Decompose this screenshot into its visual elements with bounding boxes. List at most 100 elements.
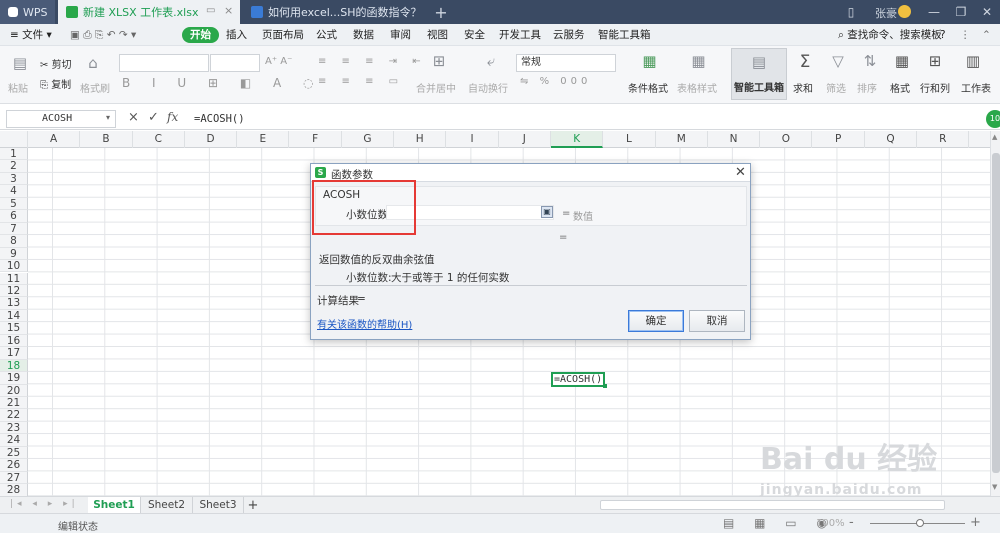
active-cell[interactable]: =ACOSH() xyxy=(551,372,605,387)
column-header[interactable]: L xyxy=(603,131,656,148)
name-box-dropdown-icon[interactable]: ▾ xyxy=(106,113,110,122)
menu-smart-toolbox[interactable]: 智能工具箱 xyxy=(598,27,651,43)
rowcol-label[interactable]: 行和列 xyxy=(920,80,950,95)
row-header[interactable]: 9 xyxy=(0,247,28,261)
insert-function-icon[interactable]: fx xyxy=(167,110,178,124)
tab-close-icon[interactable]: × xyxy=(224,4,233,17)
help-icon[interactable]: ? xyxy=(940,27,946,43)
column-header[interactable]: P xyxy=(813,131,865,148)
row-header[interactable]: 2 xyxy=(0,160,28,173)
vertical-scroll-thumb[interactable] xyxy=(992,153,1000,473)
collapse-dialog-icon[interactable]: ▣ xyxy=(541,206,553,218)
align-icons[interactable]: ≡ ≡ ≡ ⇥ ⇤ xyxy=(318,56,427,67)
column-header[interactable]: O xyxy=(760,131,813,148)
scroll-down-icon[interactable]: ▼ xyxy=(992,483,997,491)
row-header[interactable]: 24 xyxy=(0,434,28,447)
menu-cloud[interactable]: 云服务 xyxy=(553,27,585,43)
column-header[interactable]: I xyxy=(446,131,499,148)
row-header[interactable]: 22 xyxy=(0,409,28,422)
table-style-label[interactable]: 表格样式 xyxy=(677,80,717,95)
name-box[interactable]: ACOSH xyxy=(6,110,116,128)
row-header[interactable]: 16 xyxy=(0,334,28,348)
menu-review[interactable]: 审阅 xyxy=(390,27,411,43)
confirm-formula-icon[interactable]: ✓ xyxy=(148,110,159,125)
row-header[interactable]: 7 xyxy=(0,222,28,236)
column-header[interactable]: N xyxy=(708,131,761,148)
zoom-out-icon[interactable]: - xyxy=(849,515,854,530)
row-header[interactable]: 13 xyxy=(0,297,28,310)
fill-handle[interactable] xyxy=(603,384,607,388)
wrap-icon[interactable]: ⤶ xyxy=(476,52,506,70)
file-menu[interactable]: ≡ 文件 ▾ xyxy=(10,27,52,43)
wrap-label[interactable]: 自动换行 xyxy=(468,80,508,95)
row-header[interactable]: 21 xyxy=(0,397,28,410)
menu-formula[interactable]: 公式 xyxy=(316,27,337,43)
zoom-in-icon[interactable]: + xyxy=(970,515,981,530)
column-header[interactable]: G xyxy=(342,131,395,148)
minimize-icon[interactable]: — xyxy=(925,3,943,21)
worksheet-label[interactable]: 工作表 xyxy=(961,80,991,95)
column-header[interactable]: K xyxy=(551,131,604,148)
column-header[interactable]: C xyxy=(133,131,185,148)
ok-button[interactable]: 确定 xyxy=(628,310,684,332)
sort-label[interactable]: 排序 xyxy=(857,80,877,95)
sheet-tab-3[interactable]: Sheet3 xyxy=(192,497,244,514)
command-search[interactable]: ⌕ 查找命令、搜索模板 xyxy=(838,27,942,43)
avatar[interactable] xyxy=(898,5,911,18)
column-header[interactable]: A xyxy=(28,131,81,148)
font-grow-shrink-icons[interactable]: A⁺ A⁻ xyxy=(265,56,292,67)
maximize-icon[interactable]: ❐ xyxy=(952,3,970,21)
filter-label[interactable]: 筛选 xyxy=(826,80,846,95)
sheet-nav-icons[interactable]: |◂ ◂ ▸ ▸| xyxy=(10,499,79,509)
row-header[interactable]: 5 xyxy=(0,197,28,211)
row-header[interactable]: 18 xyxy=(0,359,28,373)
tab-active-workbook[interactable]: 新建 XLSX 工作表.xlsx ▭ × xyxy=(58,0,240,24)
filter-icon[interactable]: ▽ xyxy=(828,52,848,70)
row-header[interactable]: 6 xyxy=(0,210,28,223)
row-header[interactable]: 14 xyxy=(0,309,28,323)
user-name[interactable]: 张豪 xyxy=(875,5,897,21)
smart-toolbox-button[interactable]: ▤ 智能工具箱 xyxy=(731,48,787,100)
sort-icon[interactable]: ⇅ xyxy=(860,52,880,70)
sum-icon[interactable]: Σ xyxy=(795,52,815,72)
paste-label[interactable]: 粘贴 xyxy=(8,80,28,95)
row-header[interactable]: 8 xyxy=(0,235,28,248)
font-style-icons[interactable]: B I U ⊞ ◧ A ◌ xyxy=(122,76,323,90)
table-style-icon[interactable]: ▦ xyxy=(686,52,711,70)
vertical-scrollbar[interactable]: ▲ ▼ xyxy=(990,131,1000,496)
close-window-icon[interactable]: ✕ xyxy=(978,3,996,21)
menu-security[interactable]: 安全 xyxy=(464,27,485,43)
font-size-select[interactable] xyxy=(210,54,260,72)
worksheet-icon[interactable]: ▥ xyxy=(963,52,983,70)
menu-data[interactable]: 数据 xyxy=(353,27,374,43)
column-header[interactable]: J xyxy=(499,131,551,148)
cancel-formula-icon[interactable]: × xyxy=(128,110,139,125)
column-header[interactable]: B xyxy=(80,131,133,148)
cancel-button[interactable]: 取消 xyxy=(689,310,745,332)
format-painter-label[interactable]: 格式刷 xyxy=(80,80,110,95)
row-header[interactable]: 25 xyxy=(0,446,28,460)
row-header[interactable]: 1 xyxy=(0,148,28,161)
column-header[interactable]: F xyxy=(290,131,342,148)
format-label[interactable]: 格式 xyxy=(890,80,910,95)
wps-home-tab[interactable]: WPS xyxy=(0,0,55,24)
column-header[interactable]: D xyxy=(185,131,238,148)
conditional-format-label[interactable]: 条件格式 xyxy=(628,80,668,95)
row-header[interactable]: 26 xyxy=(0,459,28,472)
quick-access-icons[interactable]: ▣ ⎙ ⎘ ↶ ↷ ▾ xyxy=(70,27,136,43)
window-mode-icon[interactable]: ▯ xyxy=(842,3,860,21)
collapse-ribbon-icon[interactable]: ⌃ xyxy=(982,27,991,43)
column-header[interactable]: H xyxy=(394,131,447,148)
menu-start[interactable]: 开始 xyxy=(182,27,219,43)
format-icon[interactable]: ▦ xyxy=(892,52,912,70)
menu-page-layout[interactable]: 页面布局 xyxy=(262,27,304,43)
sum-label[interactable]: 求和 xyxy=(793,80,813,95)
select-all-corner[interactable] xyxy=(0,131,28,148)
sheet-tab-2[interactable]: Sheet2 xyxy=(140,497,192,514)
menu-developer[interactable]: 开发工具 xyxy=(499,27,541,43)
formula-input[interactable]: =ACOSH() xyxy=(190,110,980,128)
badge-icon[interactable]: 10 xyxy=(986,110,1000,128)
copy-button[interactable]: ⎘ 复制 xyxy=(40,76,71,91)
new-tab-button[interactable]: + xyxy=(432,3,450,22)
merge-icon[interactable]: ⊞ xyxy=(424,52,454,70)
